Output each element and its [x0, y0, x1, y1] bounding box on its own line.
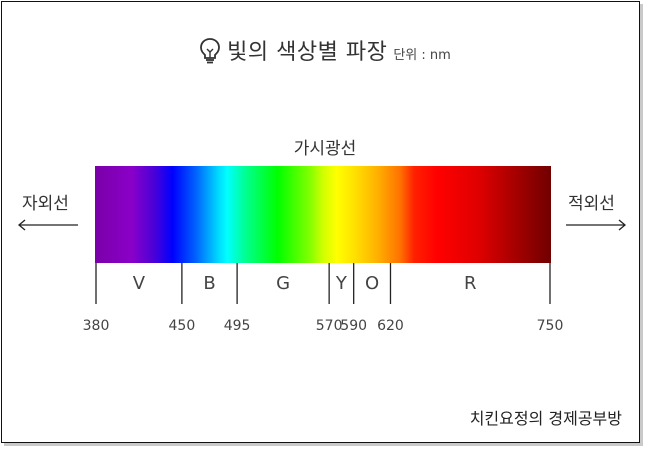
band-letter: O [364, 273, 380, 294]
tick-value: 590 [340, 318, 368, 334]
tick-value: 620 [377, 318, 404, 334]
band-letter: B [203, 273, 216, 294]
tick-value: 750 [536, 318, 564, 334]
tick-value: 450 [168, 318, 196, 334]
band-letter: G [276, 273, 291, 294]
band-letter: V [132, 273, 146, 294]
tick-value: 380 [82, 318, 110, 334]
tick-value: 570 [315, 318, 343, 334]
wavelength-tick-lines [95, 263, 551, 304]
band-letter: R [463, 273, 477, 294]
tick-value: 495 [223, 318, 251, 334]
band-letter: Y [335, 273, 347, 294]
footer-credit: 치킨요정의 경제공부방 [469, 409, 622, 428]
